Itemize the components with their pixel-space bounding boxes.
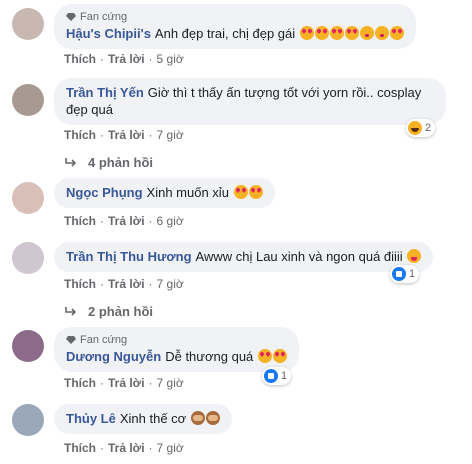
reaction-summary[interactable]: 1 bbox=[390, 265, 420, 283]
like-button[interactable]: Thích bbox=[64, 51, 96, 67]
heart-eyes-emoji-icon bbox=[272, 349, 287, 363]
reply-button[interactable]: Trả lời bbox=[108, 51, 145, 67]
timestamp[interactable]: 6 giờ bbox=[157, 213, 184, 229]
comment-author[interactable]: Hậu's Chipii's bbox=[66, 26, 151, 41]
like-button[interactable]: Thích bbox=[64, 276, 96, 292]
see-no-evil-monkey-emoji-icon bbox=[190, 411, 205, 425]
reaction-count: 1 bbox=[409, 268, 416, 280]
avatar[interactable] bbox=[12, 404, 44, 436]
emoji-group bbox=[233, 185, 263, 200]
comment-bubble: Thủy Lê Xinh thế cơ bbox=[54, 404, 232, 434]
comment-actions: Thích · Trả lời · 6 giờ bbox=[64, 213, 184, 229]
timestamp[interactable]: 7 giờ bbox=[157, 127, 184, 143]
reaction-count: 2 bbox=[425, 122, 432, 134]
see-no-evil-monkey-emoji-icon bbox=[205, 411, 220, 425]
reply-button[interactable]: Trả lời bbox=[108, 127, 145, 143]
kiss-emoji-icon bbox=[374, 26, 389, 40]
reply-button[interactable]: Trả lời bbox=[108, 213, 145, 229]
comment-author[interactable]: Trần Thị Yến bbox=[66, 85, 144, 100]
like-button[interactable]: Thích bbox=[64, 375, 96, 391]
kiss-emoji-icon bbox=[359, 26, 374, 40]
avatar[interactable] bbox=[12, 84, 44, 116]
avatar[interactable] bbox=[12, 242, 44, 274]
heart-eyes-emoji-icon bbox=[233, 185, 248, 199]
comment-text: Xinh thế cơ bbox=[119, 411, 187, 426]
comment-text-continued: đẹp quá bbox=[66, 102, 113, 117]
comment-author[interactable]: Ngọc Phụng bbox=[66, 185, 143, 200]
comment-bubble: Ngọc Phụng Xinh muốn xỉu bbox=[54, 178, 275, 208]
tongue-emoji-icon bbox=[407, 249, 422, 263]
timestamp[interactable]: 7 giờ bbox=[157, 276, 184, 292]
timestamp[interactable]: 7 giờ bbox=[157, 375, 184, 391]
emoji-group bbox=[257, 349, 287, 364]
view-replies-link[interactable]: 2 phản hồi bbox=[64, 304, 153, 319]
comment-text: Xinh muốn xỉu bbox=[146, 185, 229, 200]
comment-actions: Thích · Trả lời · 7 giờ bbox=[64, 276, 184, 292]
view-replies-link[interactable]: 4 phản hồi bbox=[64, 155, 153, 170]
comment-bubble: Fan cứng Hậu's Chipii's Anh đẹp trai, chị… bbox=[54, 4, 416, 49]
comment-actions: Thích · Trả lời · 5 giờ bbox=[64, 51, 184, 67]
replies-count-label: 4 phản hồi bbox=[88, 155, 153, 170]
fan-badge[interactable]: Fan cứng bbox=[66, 10, 404, 23]
comment-author[interactable]: Thủy Lê bbox=[66, 411, 116, 426]
heart-eyes-emoji-icon bbox=[248, 185, 263, 199]
avatar[interactable] bbox=[12, 8, 44, 40]
emoji-group bbox=[406, 249, 422, 264]
comment-author[interactable]: Trần Thị Thu Hương bbox=[66, 249, 192, 264]
comment-bubble: Fan cứng Dương Nguyễn Dễ thương quá bbox=[54, 327, 299, 372]
fan-badge-label: Fan cứng bbox=[80, 10, 128, 23]
like-button[interactable]: Thích bbox=[64, 440, 96, 456]
like-reaction-icon bbox=[392, 267, 406, 281]
emoji-group bbox=[190, 411, 220, 426]
reply-button[interactable]: Trả lời bbox=[108, 276, 145, 292]
heart-eyes-emoji-icon bbox=[314, 26, 329, 40]
avatar[interactable] bbox=[12, 330, 44, 362]
haha-reaction-icon bbox=[408, 121, 422, 135]
timestamp[interactable]: 5 giờ bbox=[157, 51, 184, 67]
diamond-icon bbox=[66, 335, 76, 344]
reaction-count: 1 bbox=[281, 370, 288, 382]
comment-text: Giờ thì t thấy ấn tượng tốt với yorn rồi… bbox=[147, 85, 422, 100]
comment-text: Anh đẹp trai, chị đẹp gái bbox=[154, 26, 296, 41]
comment-actions: Thích · Trả lời · 7 giờ bbox=[64, 127, 184, 143]
reply-arrow-icon bbox=[65, 157, 77, 167]
reply-arrow-icon bbox=[65, 306, 77, 316]
timestamp[interactable]: 7 giờ bbox=[157, 440, 184, 456]
like-reaction-icon bbox=[264, 369, 278, 383]
reply-button[interactable]: Trả lời bbox=[108, 375, 145, 391]
comment-text: Dễ thương quá bbox=[165, 349, 254, 364]
heart-eyes-emoji-icon bbox=[389, 26, 404, 40]
fan-badge[interactable]: Fan cứng bbox=[66, 333, 287, 346]
reply-button[interactable]: Trả lời bbox=[108, 440, 145, 456]
fan-badge-label: Fan cứng bbox=[80, 333, 128, 346]
heart-eyes-emoji-icon bbox=[329, 26, 344, 40]
comment-author[interactable]: Dương Nguyễn bbox=[66, 349, 161, 364]
reaction-summary[interactable]: 1 bbox=[262, 367, 292, 385]
like-button[interactable]: Thích bbox=[64, 127, 96, 143]
like-button[interactable]: Thích bbox=[64, 213, 96, 229]
reaction-summary[interactable]: 2 bbox=[406, 119, 436, 137]
comment-actions: Thích · Trả lời · 7 giờ bbox=[64, 440, 184, 456]
avatar[interactable] bbox=[12, 182, 44, 214]
heart-eyes-emoji-icon bbox=[344, 26, 359, 40]
comment-bubble: Trần Thị Thu Hương Awww chị Lau xinh và n… bbox=[54, 242, 434, 272]
emoji-group bbox=[299, 26, 404, 41]
diamond-icon bbox=[66, 12, 76, 21]
replies-count-label: 2 phản hồi bbox=[88, 304, 153, 319]
comment-text: Awww chị Lau xinh và ngon quá điiii bbox=[195, 249, 403, 264]
heart-eyes-emoji-icon bbox=[257, 349, 272, 363]
heart-eyes-emoji-icon bbox=[299, 26, 314, 40]
comment-bubble: Trần Thị Yến Giờ thì t thấy ấn tượng tốt … bbox=[54, 78, 446, 125]
comment-actions: Thích · Trả lời · 7 giờ bbox=[64, 375, 184, 391]
